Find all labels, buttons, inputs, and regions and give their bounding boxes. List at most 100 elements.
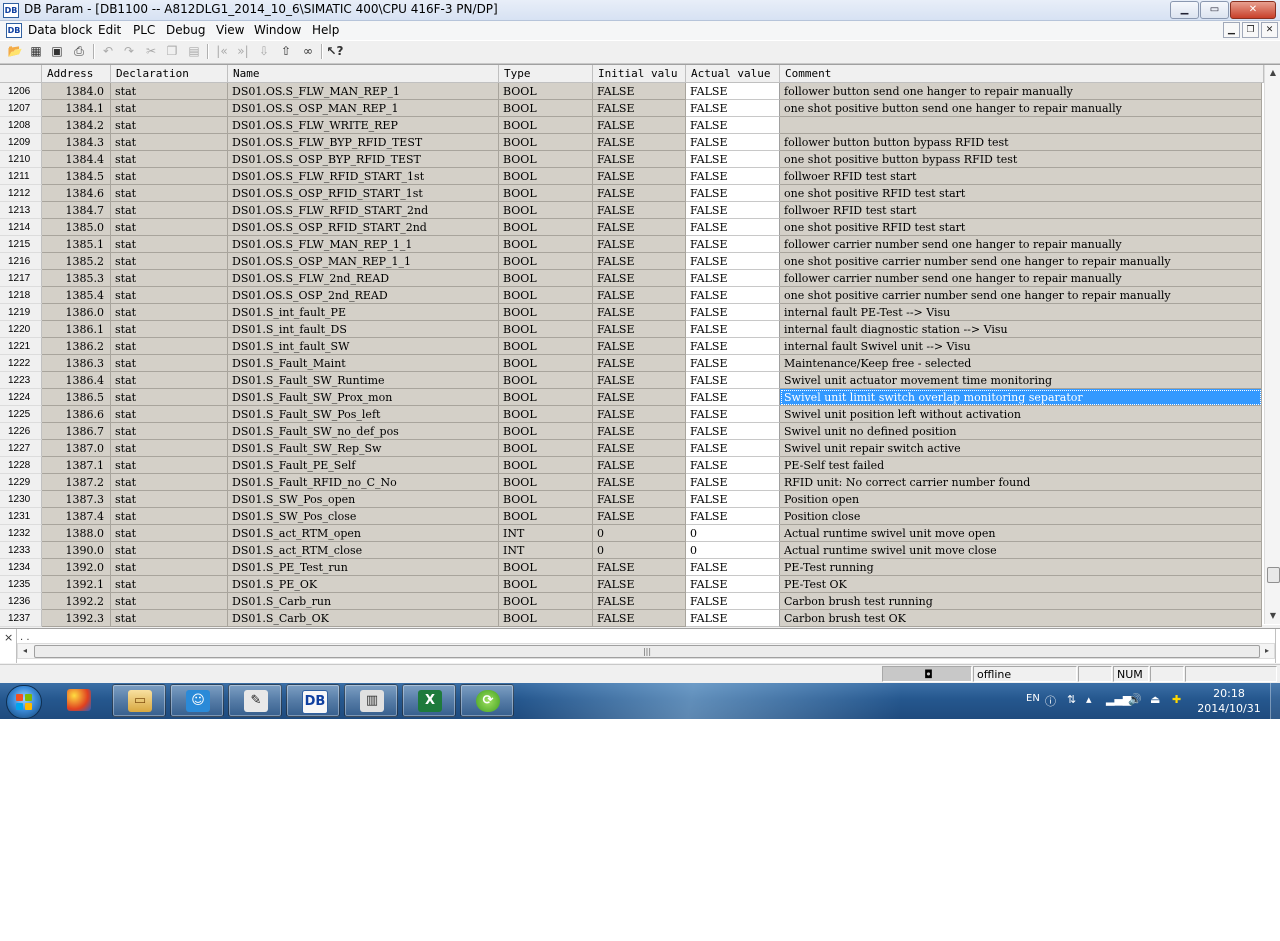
table-row[interactable]: 1217 1385.3 stat DS01.OS.S_FLW_2nd_READ BOOL… xyxy=(0,270,1264,287)
cell-declaration[interactable]: stat xyxy=(111,474,228,491)
table-row[interactable]: 1228 1387.1 stat DS01.S_Fault_PE_Self BOOL FA… xyxy=(0,457,1264,474)
table-row[interactable]: 1208 1384.2 stat DS01.OS.S_FLW_WRITE_REP BOO… xyxy=(0,117,1264,134)
cell-type[interactable]: BOOL xyxy=(499,168,593,185)
upload-plc-icon[interactable]: ⇧ xyxy=(277,43,295,60)
cell-declaration[interactable]: stat xyxy=(111,117,228,134)
cell-address[interactable]: 1385.0 xyxy=(42,219,111,236)
vertical-scrollbar[interactable]: ▲ ▼ xyxy=(1264,65,1280,624)
help-icon[interactable]: ⓘ xyxy=(1045,693,1056,709)
row-number[interactable]: 1235 xyxy=(0,576,42,593)
security-icon[interactable]: ✚ xyxy=(1172,693,1181,706)
cut-icon[interactable]: ✂ xyxy=(142,43,160,60)
cell-initial-value[interactable]: FALSE xyxy=(593,355,686,372)
cell-declaration[interactable]: stat xyxy=(111,219,228,236)
cell-actual-value[interactable]: FALSE xyxy=(686,457,780,474)
hscroll-thumb[interactable]: ||| xyxy=(34,645,1260,658)
cell-actual-value[interactable]: FALSE xyxy=(686,423,780,440)
cell-address[interactable]: 1387.3 xyxy=(42,491,111,508)
col-header-comment[interactable]: Comment xyxy=(780,65,1264,82)
cell-name[interactable]: DS01.S_Fault_SW_Pos_left xyxy=(228,406,499,423)
cell-comment[interactable]: Actual runtime swivel unit move close xyxy=(780,542,1262,559)
cell-address[interactable]: 1385.2 xyxy=(42,253,111,270)
cell-address[interactable]: 1386.6 xyxy=(42,406,111,423)
cell-type[interactable]: BOOL xyxy=(499,117,593,134)
cell-initial-value[interactable]: 0 xyxy=(593,525,686,542)
cell-declaration[interactable]: stat xyxy=(111,355,228,372)
cell-comment[interactable]: follower button button bypass RFID test xyxy=(780,134,1262,151)
cell-type[interactable]: BOOL xyxy=(499,576,593,593)
cell-initial-value[interactable]: FALSE xyxy=(593,321,686,338)
cell-name[interactable]: DS01.OS.S_OSP_MAN_REP_1_1 xyxy=(228,253,499,270)
cell-name[interactable]: DS01.S_Carb_OK xyxy=(228,610,499,627)
cell-name[interactable]: DS01.S_Fault_SW_Prox_mon xyxy=(228,389,499,406)
scrollbar-thumb[interactable] xyxy=(1267,567,1280,583)
cell-type[interactable]: BOOL xyxy=(499,423,593,440)
cell-initial-value[interactable]: FALSE xyxy=(593,338,686,355)
table-row[interactable]: 1222 1386.3 stat DS01.S_Fault_Maint BOOL FALS… xyxy=(0,355,1264,372)
network-tray-icon[interactable]: ⇅ xyxy=(1067,693,1076,706)
row-number[interactable]: 1212 xyxy=(0,185,42,202)
cell-actual-value[interactable]: FALSE xyxy=(686,355,780,372)
cell-type[interactable]: BOOL xyxy=(499,610,593,627)
cell-comment[interactable]: Carbon brush test running xyxy=(780,593,1262,610)
menu-data-block[interactable]: Data block xyxy=(28,23,92,37)
row-number[interactable]: 1227 xyxy=(0,440,42,457)
cell-address[interactable]: 1385.4 xyxy=(42,287,111,304)
row-number[interactable]: 1233 xyxy=(0,542,42,559)
cell-initial-value[interactable]: FALSE xyxy=(593,423,686,440)
cell-address[interactable]: 1386.5 xyxy=(42,389,111,406)
table-row[interactable]: 1233 1390.0 stat DS01.S_act_RTM_close INT 0 0 A… xyxy=(0,542,1264,559)
cell-initial-value[interactable]: FALSE xyxy=(593,406,686,423)
cell-type[interactable]: BOOL xyxy=(499,219,593,236)
cell-declaration[interactable]: stat xyxy=(111,151,228,168)
table-row[interactable]: 1210 1384.4 stat DS01.OS.S_OSP_BYP_RFID_TES… xyxy=(0,151,1264,168)
cell-comment[interactable]: RFID unit: No correct carrier number fou… xyxy=(780,474,1262,491)
table-row[interactable]: 1223 1386.4 stat DS01.S_Fault_SW_Runtime BOO… xyxy=(0,372,1264,389)
cell-address[interactable]: 1386.4 xyxy=(42,372,111,389)
table-row[interactable]: 1219 1386.0 stat DS01.S_int_fault_PE BOOL FAL… xyxy=(0,304,1264,321)
clock[interactable]: 20:18 2014/10/31 xyxy=(1192,686,1266,716)
cell-initial-value[interactable]: FALSE xyxy=(593,151,686,168)
cell-name[interactable]: DS01.S_Fault_RFID_no_C_No xyxy=(228,474,499,491)
document-icon[interactable]: DB xyxy=(6,23,22,38)
scroll-up-icon[interactable]: ▲ xyxy=(1265,65,1280,81)
cell-actual-value[interactable]: FALSE xyxy=(686,117,780,134)
save-icon[interactable]: ▣ xyxy=(48,43,66,60)
cell-initial-value[interactable]: FALSE xyxy=(593,491,686,508)
table-row[interactable]: 1224 1386.5 stat DS01.S_Fault_SW_Prox_mon BO… xyxy=(0,389,1264,406)
cell-comment[interactable]: one shot positive RFID test start xyxy=(780,219,1262,236)
cell-name[interactable]: DS01.OS.S_FLW_2nd_READ xyxy=(228,270,499,287)
cell-actual-value[interactable]: FALSE xyxy=(686,134,780,151)
cell-initial-value[interactable]: FALSE xyxy=(593,185,686,202)
cell-declaration[interactable]: stat xyxy=(111,236,228,253)
cell-declaration[interactable]: stat xyxy=(111,83,228,100)
cell-address[interactable]: 1384.2 xyxy=(42,117,111,134)
cell-initial-value[interactable]: FALSE xyxy=(593,168,686,185)
taskbar-explorer[interactable]: ▭ xyxy=(112,684,166,717)
cell-comment[interactable]: follower button send one hanger to repai… xyxy=(780,83,1262,100)
cell-initial-value[interactable]: FALSE xyxy=(593,593,686,610)
minimize-button[interactable]: ▁ xyxy=(1170,1,1199,19)
download-icon[interactable]: ⇩ xyxy=(255,43,273,60)
cell-comment[interactable]: Swivel unit position left without activa… xyxy=(780,406,1262,423)
cell-address[interactable]: 1392.1 xyxy=(42,576,111,593)
title-bar[interactable]: DB DB Param - [DB1100 -- A812DLG1_2014_1… xyxy=(0,0,1280,21)
cell-actual-value[interactable]: FALSE xyxy=(686,491,780,508)
cell-comment[interactable]: follower carrier number send one hanger … xyxy=(780,270,1262,287)
cell-type[interactable]: BOOL xyxy=(499,508,593,525)
taskbar-db-param[interactable]: DB xyxy=(286,684,340,717)
cell-address[interactable]: 1386.0 xyxy=(42,304,111,321)
cell-name[interactable]: DS01.S_Fault_PE_Self xyxy=(228,457,499,474)
volume-icon[interactable]: 🔊 xyxy=(1128,693,1142,706)
cell-actual-value[interactable]: FALSE xyxy=(686,236,780,253)
cell-name[interactable]: DS01.OS.S_OSP_RFID_START_2nd xyxy=(228,219,499,236)
doc-close-button[interactable]: ✕ xyxy=(1261,22,1278,38)
cell-address[interactable]: 1392.0 xyxy=(42,559,111,576)
cell-declaration[interactable]: stat xyxy=(111,338,228,355)
cell-comment[interactable]: internal fault diagnostic station --> Vi… xyxy=(780,321,1262,338)
cell-type[interactable]: BOOL xyxy=(499,134,593,151)
cell-initial-value[interactable]: FALSE xyxy=(593,236,686,253)
cell-initial-value[interactable]: FALSE xyxy=(593,253,686,270)
taskbar-app-colorful[interactable] xyxy=(52,684,106,717)
row-number[interactable]: 1226 xyxy=(0,423,42,440)
